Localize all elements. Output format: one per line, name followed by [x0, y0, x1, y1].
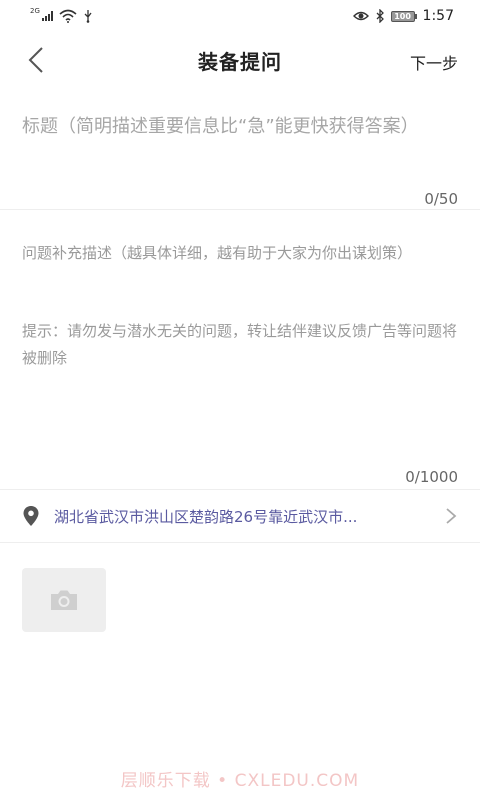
chevron-left-icon	[28, 47, 43, 73]
watermark: 层顺乐下载 • CXLEDU.COM	[120, 771, 360, 791]
description-tip: 提示：请勿发与潜水无关的问题，转让结伴建议反馈广告等问题将被删除	[22, 322, 458, 367]
location-text: 湖北省武汉市洪山区楚韵路26号靠近武汉市...	[54, 507, 358, 526]
eye-comfort-icon	[352, 11, 369, 21]
question-description-field[interactable]: 问题补充描述（越具体详细，越有助于大家为你出谋划策） 提示：请勿发与潜水无关的问…	[0, 230, 480, 488]
camera-icon	[51, 590, 77, 610]
description-char-counter: 0/1000	[405, 468, 458, 486]
question-title-placeholder: 标题（简明描述重要信息比“急”能更快获得答案）	[22, 116, 419, 137]
usb-icon	[84, 10, 92, 23]
next-step-button[interactable]: 下一步	[410, 50, 458, 74]
back-button[interactable]	[22, 44, 54, 76]
location-row[interactable]: 湖北省武汉市洪山区楚韵路26号靠近武汉市...	[0, 489, 480, 543]
description-placeholder: 问题补充描述（越具体详细，越有助于大家为你出谋划策）	[22, 244, 413, 262]
page-title: 装备提问	[198, 49, 282, 74]
status-left: 2G	[30, 7, 93, 23]
add-photo-button[interactable]	[22, 568, 106, 632]
title-char-counter: 0/50	[424, 190, 458, 208]
status-right: 100 1:57	[352, 8, 454, 24]
chevron-right-icon	[446, 508, 457, 524]
question-title-field[interactable]: 标题（简明描述重要信息比“急”能更快获得答案） 0/50	[0, 104, 480, 210]
clock: 1:57	[422, 8, 454, 24]
bluetooth-icon	[376, 9, 384, 23]
battery-icon: 100	[390, 10, 417, 22]
network-type-label: 2G	[30, 7, 40, 15]
wifi-icon	[59, 9, 77, 23]
location-pin-icon	[23, 506, 39, 526]
signal-icon	[41, 11, 53, 21]
battery-level: 100	[390, 10, 415, 22]
status-bar: 2G 100 1:57	[0, 0, 480, 32]
nav-bar: 装备提问 下一步	[0, 32, 480, 88]
